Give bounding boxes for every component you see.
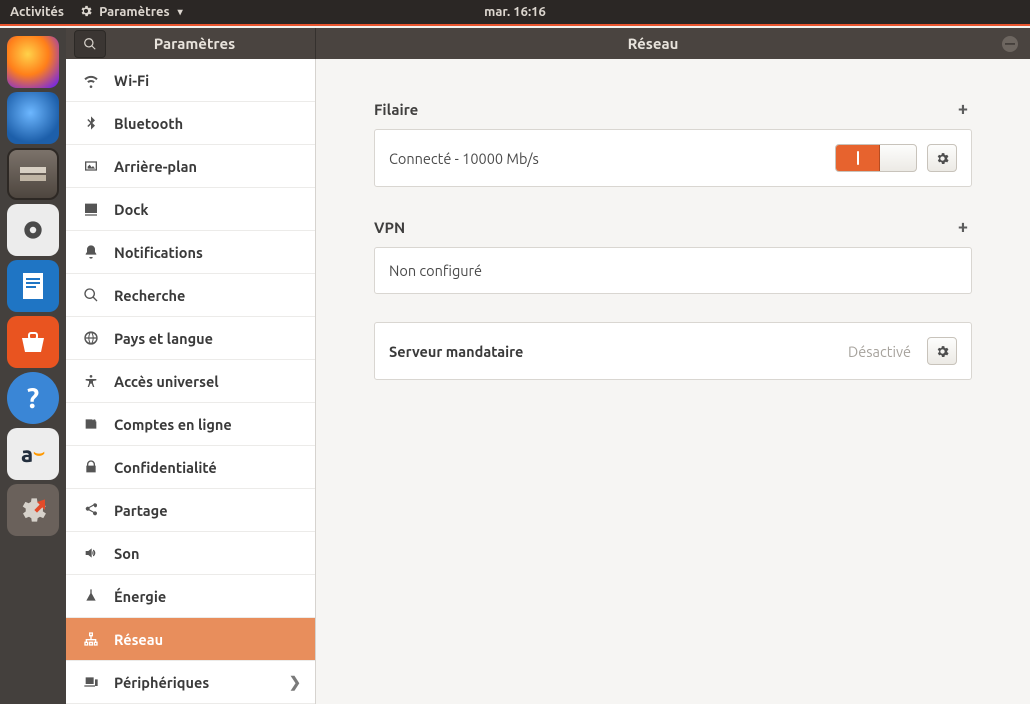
sidebar-item-globe[interactable]: Pays et langue <box>66 317 315 360</box>
sidebar-item-label: Accès universel <box>114 373 219 390</box>
settings-window: Paramètres Réseau — Wi-Fi Bluetooth Arrièr… <box>66 28 1030 704</box>
network-panel: Filaire + Connecté - 10000 Mb/s VPN + <box>316 59 1030 704</box>
wired-connection-row: Connecté - 10000 Mb/s <box>374 129 972 187</box>
sound-icon <box>82 545 100 561</box>
titlebar: Paramètres Réseau — <box>66 28 1030 59</box>
sidebar-item-network[interactable]: Réseau <box>66 618 315 661</box>
accounts-icon <box>82 416 100 432</box>
dock-icon-thunderbird[interactable] <box>7 92 59 144</box>
sidebar-item-share[interactable]: Partage <box>66 489 315 532</box>
bluetooth-icon <box>82 115 100 131</box>
dock-icon-libreoffice-writer[interactable] <box>7 260 59 312</box>
sidebar-item-label: Réseau <box>114 631 163 648</box>
sidebar-item-label: Énergie <box>114 588 166 605</box>
dock-icon <box>82 201 100 217</box>
wired-toggle[interactable] <box>835 144 917 172</box>
dock: ? a⌣ <box>0 28 66 704</box>
vpn-row: Non configuré <box>374 247 972 294</box>
bell-icon <box>82 244 100 260</box>
wifi-icon <box>82 72 100 88</box>
minimize-button[interactable]: — <box>1002 36 1018 52</box>
dock-icon-firefox[interactable] <box>7 36 59 88</box>
sidebar-item-label: Son <box>114 545 139 562</box>
search-button[interactable] <box>74 30 106 58</box>
sidebar-item-sound[interactable]: Son <box>66 532 315 575</box>
sidebar-title: Paramètres <box>114 35 275 52</box>
sidebar-item-wifi[interactable]: Wi-Fi <box>66 59 315 102</box>
system-top-panel: Activités Paramètres ▾ mar. 16:16 <box>0 0 1030 26</box>
sidebar-item-label: Comptes en ligne <box>114 416 232 433</box>
accessibility-icon <box>82 373 100 389</box>
globe-icon <box>82 330 100 346</box>
dock-icon-amazon[interactable]: a⌣ <box>7 428 59 480</box>
activities-button[interactable]: Activités <box>10 5 64 19</box>
sidebar-item-label: Arrière-plan <box>114 158 197 175</box>
app-menu[interactable]: Paramètres ▾ <box>79 4 183 21</box>
sidebar-item-dock[interactable]: Dock <box>66 188 315 231</box>
settings-sidebar: Wi-Fi Bluetooth Arrière-plan Dock Notificati… <box>66 59 316 704</box>
dock-icon-settings[interactable] <box>7 484 59 536</box>
proxy-label: Serveur mandataire <box>389 343 523 360</box>
sidebar-item-label: Wi-Fi <box>114 72 149 89</box>
chevron-down-icon: ▾ <box>178 6 183 18</box>
devices-icon <box>82 674 100 690</box>
proxy-settings-button[interactable] <box>927 337 957 365</box>
privacy-icon <box>82 459 100 475</box>
power-icon <box>82 588 100 604</box>
sidebar-item-label: Partage <box>114 502 168 519</box>
add-wired-button[interactable]: + <box>954 99 972 119</box>
search-icon <box>82 287 100 303</box>
clock[interactable]: mar. 16:16 <box>484 5 546 19</box>
background-icon <box>82 158 100 174</box>
chevron-right-icon: ❯ <box>289 673 301 691</box>
network-icon <box>82 631 100 647</box>
sidebar-item-power[interactable]: Énergie <box>66 575 315 618</box>
sidebar-item-label: Périphériques <box>114 674 209 691</box>
sidebar-item-label: Recherche <box>114 287 185 304</box>
sidebar-item-background[interactable]: Arrière-plan <box>66 145 315 188</box>
wired-settings-button[interactable] <box>927 144 957 172</box>
sidebar-item-accessibility[interactable]: Accès universel <box>66 360 315 403</box>
sidebar-item-label: Dock <box>114 201 149 218</box>
vpn-section-title: VPN <box>374 219 405 236</box>
proxy-status: Désactivé <box>848 343 911 360</box>
sidebar-item-bell[interactable]: Notifications <box>66 231 315 274</box>
dock-icon-files[interactable] <box>7 148 59 200</box>
sidebar-item-label: Notifications <box>114 244 203 261</box>
proxy-row: Serveur mandataire Désactivé <box>374 322 972 380</box>
sidebar-item-label: Confidentialité <box>114 459 217 476</box>
vpn-status: Non configuré <box>389 262 482 279</box>
dock-icon-ubuntu-software[interactable] <box>7 316 59 368</box>
sidebar-item-search[interactable]: Recherche <box>66 274 315 317</box>
wired-section-title: Filaire <box>374 101 418 118</box>
sidebar-item-accounts[interactable]: Comptes en ligne <box>66 403 315 446</box>
settings-icon <box>79 4 93 21</box>
sidebar-item-bluetooth[interactable]: Bluetooth <box>66 102 315 145</box>
sidebar-item-label: Pays et langue <box>114 330 213 347</box>
dock-icon-rhythmbox[interactable] <box>7 204 59 256</box>
sidebar-item-privacy[interactable]: Confidentialité <box>66 446 315 489</box>
dock-icon-help[interactable]: ? <box>7 372 59 424</box>
sidebar-item-devices[interactable]: Périphériques ❯ <box>66 661 315 704</box>
window-title: Réseau <box>316 35 990 52</box>
app-menu-label: Paramètres <box>99 5 170 19</box>
wired-status: Connecté - 10000 Mb/s <box>389 150 539 167</box>
add-vpn-button[interactable]: + <box>954 217 972 237</box>
sidebar-item-label: Bluetooth <box>114 115 183 132</box>
share-icon <box>82 502 100 518</box>
